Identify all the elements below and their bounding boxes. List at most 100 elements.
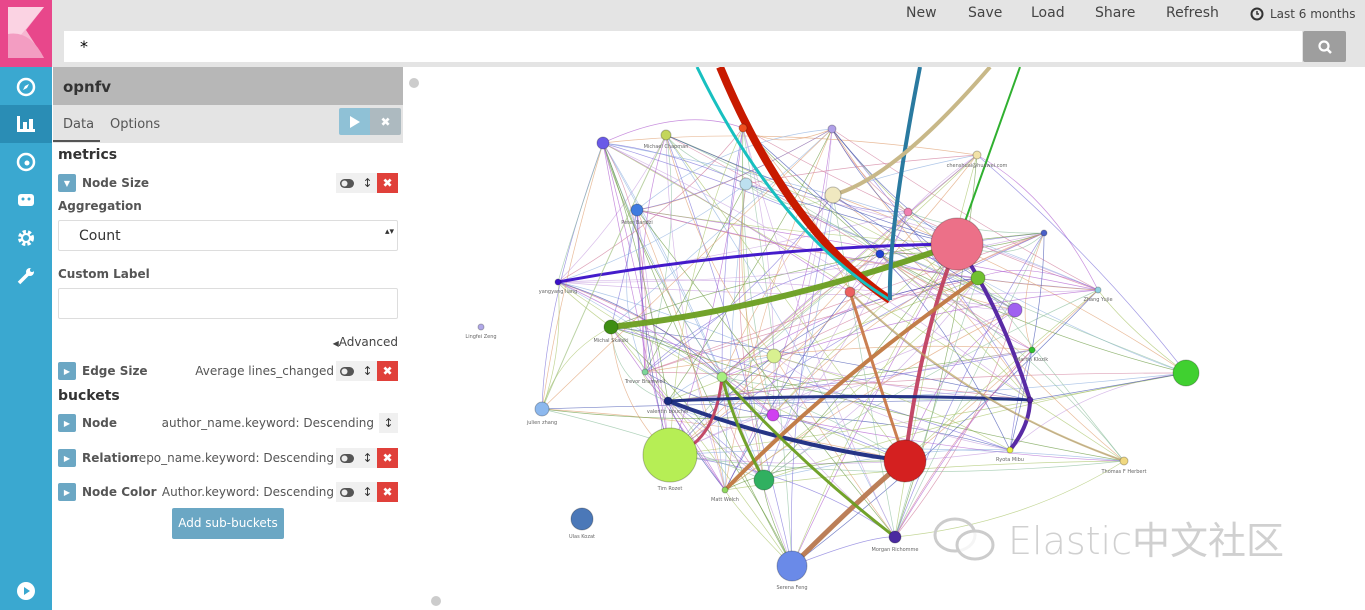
graph-node[interactable]: Michael Chapman (644, 129, 689, 150)
collapse-sidebar-button[interactable] (0, 572, 52, 610)
move-icon[interactable]: ↕ (379, 413, 398, 433)
advanced-toggle[interactable]: ◀Advanced (333, 335, 398, 349)
tab-options[interactable]: Options (110, 117, 160, 132)
remove-icon[interactable]: ✖ (377, 482, 398, 502)
graph-node[interactable] (970, 270, 986, 286)
node-circle (554, 278, 562, 286)
graph-edge (773, 355, 1011, 451)
graph-node[interactable] (844, 286, 856, 298)
node-circle (883, 439, 927, 483)
chevron-right-icon[interactable]: ▶ (58, 414, 76, 432)
graph-node[interactable] (716, 371, 728, 383)
node-label: valentin boucher (647, 409, 690, 415)
graph-node[interactable] (596, 136, 610, 150)
node-circle (1172, 359, 1200, 387)
node-circle (972, 150, 982, 160)
node-circle (753, 469, 775, 491)
toggle-icon[interactable] (336, 448, 358, 468)
nav-management[interactable] (0, 219, 52, 257)
node-circle (1094, 286, 1102, 294)
move-icon[interactable]: ↕ (358, 482, 377, 502)
graph-node[interactable] (1172, 359, 1200, 387)
clock-icon (1250, 7, 1264, 21)
node-label: Ulas Kozat (569, 534, 595, 540)
apply-button[interactable] (339, 108, 370, 135)
graph-node[interactable]: Matt Welch (711, 486, 739, 503)
graph-node[interactable]: Lingfei Zeng (465, 323, 497, 340)
graph-node[interactable]: Tim Rozet (642, 427, 698, 492)
custom-label-input[interactable] (58, 288, 398, 319)
graph-node[interactable] (1026, 396, 1034, 404)
graph-edge (602, 119, 744, 144)
graph-node[interactable] (739, 177, 753, 191)
move-icon[interactable]: ↕ (358, 361, 377, 381)
graph-node[interactable] (766, 408, 780, 422)
chevron-right-icon[interactable]: ▶ (58, 362, 76, 380)
collapse-panel-icon[interactable] (409, 78, 419, 88)
chevron-right-icon[interactable]: ▶ (58, 449, 76, 467)
graph-node[interactable] (766, 348, 782, 364)
save-button[interactable]: Save (968, 5, 1002, 21)
toggle-icon[interactable] (336, 482, 358, 502)
node-label: Matt Welch (711, 497, 739, 503)
remove-icon[interactable]: ✖ (377, 173, 398, 193)
graph-node[interactable] (883, 439, 927, 483)
graph-node[interactable] (827, 124, 837, 134)
node-circle (888, 530, 902, 544)
toggle-icon[interactable] (336, 361, 358, 381)
node-circle (660, 129, 672, 141)
chevron-down-icon[interactable]: ▼ (58, 174, 76, 192)
chevron-right-icon[interactable]: ▶ (58, 483, 76, 501)
graph-node[interactable] (903, 207, 913, 217)
graph-node[interactable]: Ulas Kozat (569, 507, 595, 540)
move-icon[interactable]: ↕ (358, 173, 377, 193)
tab-data[interactable]: Data (63, 117, 94, 132)
graph-node[interactable] (738, 123, 748, 133)
node-label: Lingfei Zeng (465, 334, 496, 340)
new-button[interactable]: New (906, 5, 937, 21)
refresh-button[interactable]: Refresh (1166, 5, 1219, 21)
node-circle (642, 427, 698, 483)
nav-discover[interactable] (0, 68, 52, 106)
share-button[interactable]: Share (1095, 5, 1135, 21)
graph-node[interactable] (824, 186, 842, 204)
nav-timelion[interactable] (0, 181, 52, 219)
scroll-up-icon[interactable] (431, 596, 441, 606)
remove-icon[interactable]: ✖ (377, 448, 398, 468)
graph-node[interactable]: chenshuai@huawei.com (947, 150, 1008, 169)
graph-node[interactable]: julien zhang (526, 401, 557, 426)
graph-edge (610, 326, 723, 378)
graph-node[interactable]: Morgan Richomme (872, 530, 919, 553)
node-circle (970, 270, 986, 286)
graph-node[interactable] (930, 217, 984, 271)
toggle-icon[interactable] (336, 173, 358, 193)
graph-node[interactable]: Thomas F Herbert (1100, 456, 1147, 475)
nav-dev-tools[interactable] (0, 257, 52, 295)
kibana-logo[interactable] (0, 0, 52, 67)
move-icon[interactable]: ↕ (358, 448, 377, 468)
graph-node[interactable]: Serena Feng (776, 550, 808, 591)
node-bucket-row: ▶ Node author_name.keyword: Descending ↕ (58, 413, 398, 435)
graph-node[interactable] (875, 249, 885, 259)
aggregation-select[interactable]: Count ▴▾ (58, 220, 398, 251)
search-button[interactable] (1303, 31, 1346, 62)
node-label: Peter Bandzi (621, 220, 652, 226)
add-sub-buckets-button[interactable]: Add sub-buckets (172, 508, 284, 539)
graph-node[interactable] (1007, 302, 1023, 318)
remove-icon[interactable]: ✖ (377, 361, 398, 381)
discard-button[interactable]: ✖ (370, 108, 401, 135)
node-circle (477, 323, 485, 331)
node-circle (641, 368, 649, 376)
graph-node[interactable] (1040, 229, 1048, 237)
node-circle (875, 249, 885, 259)
nav-dashboard[interactable] (0, 143, 52, 181)
index-pattern-title: opnfv (53, 67, 403, 105)
time-picker[interactable]: Last 6 months (1250, 7, 1355, 21)
relation-label: Relation (82, 451, 139, 465)
search-input[interactable] (64, 31, 1302, 62)
buckets-heading: buckets (58, 388, 120, 404)
graph-node[interactable] (753, 469, 775, 491)
graph-edge (745, 183, 1187, 374)
load-button[interactable]: Load (1031, 5, 1065, 21)
nav-visualize[interactable] (0, 105, 52, 143)
